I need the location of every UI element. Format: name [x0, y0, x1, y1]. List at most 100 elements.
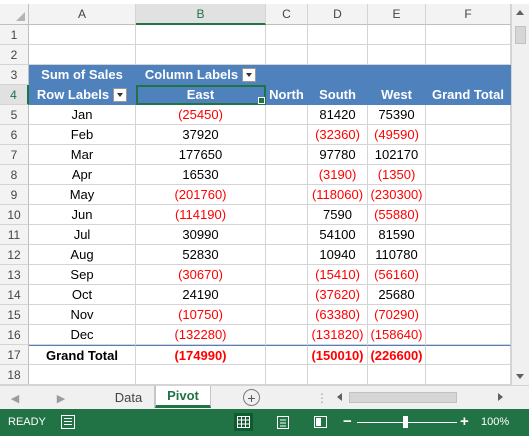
horizontal-scroll-thumb[interactable]	[349, 392, 457, 403]
pivot-col-header-east[interactable]: East	[136, 85, 266, 105]
cell[interactable]	[29, 25, 136, 45]
pivot-value-cell[interactable]: 81590	[368, 225, 426, 245]
pivot-value-cell[interactable]: (114190)	[136, 205, 266, 225]
pivot-value-cell[interactable]	[426, 325, 511, 345]
column-header-d[interactable]: D	[308, 4, 368, 25]
pivot-value-cell[interactable]: (158640)	[368, 325, 426, 345]
pivot-value-cell[interactable]: 110780	[368, 245, 426, 265]
pivot-value-cell[interactable]: 25680	[368, 285, 426, 305]
pivot-row-label[interactable]: Nov	[29, 305, 136, 325]
cell[interactable]	[308, 25, 368, 45]
grand-total-cell[interactable]: (226600)	[368, 345, 426, 365]
row-header-4[interactable]: 4	[0, 85, 29, 105]
grand-total-cell[interactable]: (174990)	[136, 345, 266, 365]
pivot-value-cell[interactable]: (15410)	[308, 265, 368, 285]
cell[interactable]	[426, 45, 511, 65]
zoom-level[interactable]: 100%	[481, 416, 509, 428]
pivot-value-cell[interactable]	[266, 305, 308, 325]
pivot-value-cell[interactable]	[266, 125, 308, 145]
pivot-value-cell[interactable]: (3190)	[308, 165, 368, 185]
scroll-up-icon[interactable]	[516, 10, 524, 15]
pivot-col-header-north[interactable]: North	[266, 85, 308, 105]
pivot-value-cell[interactable]: 177650	[136, 145, 266, 165]
row-header-3[interactable]: 3	[0, 65, 29, 85]
normal-view-button[interactable]	[234, 413, 253, 431]
pivot-row-label[interactable]: Aug	[29, 245, 136, 265]
pivot-value-cell[interactable]: (56160)	[368, 265, 426, 285]
pivot-col-header-west[interactable]: West	[368, 85, 426, 105]
pivot-value-cell[interactable]: 16530	[136, 165, 266, 185]
pivot-value-cell[interactable]	[266, 105, 308, 125]
macro-recording-icon[interactable]	[61, 415, 75, 429]
grand-total-cell[interactable]: (150010)	[308, 345, 368, 365]
vertical-scroll-thumb[interactable]	[515, 26, 526, 44]
cell[interactable]	[308, 45, 368, 65]
cell[interactable]	[136, 365, 266, 385]
tab-scroll-right-icon[interactable]: ▶	[54, 391, 68, 405]
pivot-row-label[interactable]: Apr	[29, 165, 136, 185]
column-header-a[interactable]: A	[29, 4, 136, 25]
pivot-value-cell[interactable]: (32360)	[308, 125, 368, 145]
pivot-value-cell[interactable]: 37920	[136, 125, 266, 145]
pivot-value-cell[interactable]: (10750)	[136, 305, 266, 325]
pivot-row-label[interactable]: Feb	[29, 125, 136, 145]
column-header-e[interactable]: E	[368, 4, 426, 25]
pivot-value-cell[interactable]	[426, 125, 511, 145]
pivot-value-cell[interactable]: 97780	[308, 145, 368, 165]
tab-split-handle-icon[interactable]: ⋮	[316, 391, 328, 405]
column-header-b[interactable]: B	[136, 4, 266, 25]
cell[interactable]	[266, 25, 308, 45]
row-header-18[interactable]: 18	[0, 365, 29, 385]
pivot-col-header-south[interactable]: South	[308, 85, 368, 105]
cell[interactable]	[266, 365, 308, 385]
pivot-value-cell[interactable]: 54100	[308, 225, 368, 245]
pivot-value-cell[interactable]: (201760)	[136, 185, 266, 205]
pivot-value-cell[interactable]	[266, 325, 308, 345]
pivot-value-cell[interactable]	[266, 145, 308, 165]
pivot-value-cell[interactable]	[266, 245, 308, 265]
pivot-value-cell[interactable]: (1350)	[368, 165, 426, 185]
pivot-row-label[interactable]: Oct	[29, 285, 136, 305]
pivot-value-cell[interactable]	[266, 205, 308, 225]
row-labels-filter-icon[interactable]	[113, 87, 128, 102]
cell[interactable]	[308, 365, 368, 385]
pivot-value-cell[interactable]	[426, 165, 511, 185]
pivot-value-cell[interactable]: (70290)	[368, 305, 426, 325]
pivot-row-label[interactable]: Dec	[29, 325, 136, 345]
pivot-value-cell[interactable]: 102170	[368, 145, 426, 165]
pivot-value-cell[interactable]	[426, 285, 511, 305]
row-header-16[interactable]: 16	[0, 325, 29, 345]
row-header-13[interactable]: 13	[0, 265, 29, 285]
cell[interactable]	[29, 45, 136, 65]
pivot-value-cell[interactable]: (25450)	[136, 105, 266, 125]
add-sheet-icon[interactable]: +	[243, 389, 260, 406]
grand-total-cell[interactable]	[426, 345, 511, 365]
pivot-value-cell[interactable]	[426, 265, 511, 285]
pivot-value-cell[interactable]	[426, 105, 511, 125]
pivot-value-cell[interactable]: 52830	[136, 245, 266, 265]
row-header-12[interactable]: 12	[0, 245, 29, 265]
row-header-5[interactable]: 5	[0, 105, 29, 125]
pivot-row-label[interactable]: Mar	[29, 145, 136, 165]
cell[interactable]	[266, 45, 308, 65]
pivot-column-labels[interactable]: Column Labels	[136, 65, 266, 85]
pivot-row-label[interactable]: Jun	[29, 205, 136, 225]
column-labels-filter-icon[interactable]	[242, 67, 257, 82]
row-header-14[interactable]: 14	[0, 285, 29, 305]
cell[interactable]	[368, 25, 426, 45]
pivot-value-cell[interactable]	[426, 225, 511, 245]
pivot-row-label[interactable]: Jan	[29, 105, 136, 125]
zoom-slider-knob[interactable]	[403, 416, 408, 428]
pivot-value-cell[interactable]	[266, 225, 308, 245]
cell[interactable]	[136, 45, 266, 65]
cell[interactable]	[368, 45, 426, 65]
tab-scroll-left-icon[interactable]: ◀	[8, 391, 22, 405]
sheet-tab-pivot[interactable]: Pivot	[155, 386, 211, 408]
horizontal-scrollbar[interactable]	[333, 389, 509, 406]
row-header-6[interactable]: 6	[0, 125, 29, 145]
pivot-value-cell[interactable]: (30670)	[136, 265, 266, 285]
pivot-value-cell[interactable]: (230300)	[368, 185, 426, 205]
row-header-1[interactable]: 1	[0, 25, 29, 45]
grand-total-cell[interactable]	[266, 345, 308, 365]
pivot-value-cell[interactable]	[266, 285, 308, 305]
